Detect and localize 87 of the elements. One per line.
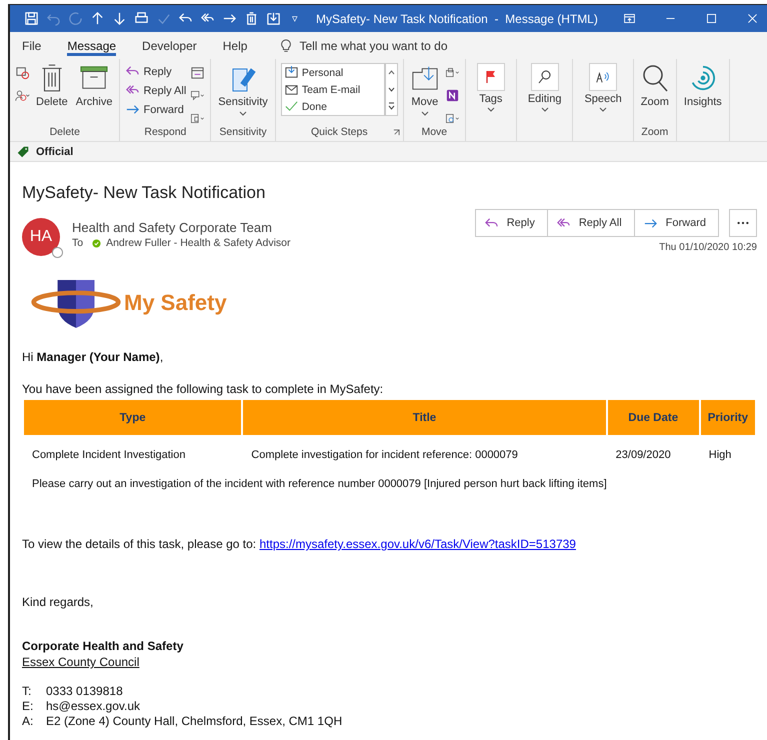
- maximize-icon[interactable]: [705, 12, 718, 25]
- logo-text: My Safety: [124, 290, 227, 316]
- table-cell: 23/09/2020: [616, 449, 671, 461]
- lightbulb-icon: [279, 38, 294, 52]
- ribbon-button[interactable]: Insights: [682, 63, 724, 108]
- quick-step[interactable]: Done: [282, 98, 384, 115]
- contact-value: E2 (Zone 4) County Hall, Chelmsford, Essex, CM1 1QH: [46, 714, 342, 728]
- intro-text: You have been assigned the following task to complete in MySafety:: [22, 382, 384, 396]
- contact-label: A:: [22, 714, 34, 729]
- ribbon-button[interactable]: Delete: [34, 63, 70, 108]
- close-icon[interactable]: [746, 12, 759, 25]
- magnifier-icon: [640, 63, 669, 93]
- ribbon-button[interactable]: Speech: [578, 63, 628, 112]
- sender-name: Health and Safety Corporate Team: [72, 220, 273, 235]
- ribbon-button[interactable]: Reply: [125, 63, 186, 80]
- checkmark-icon: [284, 99, 299, 114]
- column-header: Title: [243, 400, 606, 435]
- ribbon-button[interactable]: Editing: [522, 63, 568, 112]
- contact-value: hs@essex.gov.uk: [46, 699, 140, 713]
- group-label: Zoom: [641, 126, 668, 140]
- contact-label: E:: [22, 699, 34, 714]
- quick-step[interactable]: Personal: [282, 64, 384, 81]
- status-icon: [92, 238, 102, 248]
- recipient-name: Andrew Fuller - Health & Safety Advisor: [106, 237, 291, 249]
- chevron-icon: [239, 111, 248, 116]
- chevron-icon: [420, 111, 429, 116]
- group-label: Sensitivity: [219, 126, 267, 140]
- avatar: HA: [22, 218, 60, 256]
- onenote-icon[interactable]: [444, 88, 460, 103]
- task-description: Please carry out an investigation of the incident with reference number 0000079 [Injured person hurt back lifting items]: [32, 478, 607, 490]
- menu-tab[interactable]: Message: [67, 35, 116, 56]
- table-cell: Complete Incident Investigation: [32, 449, 186, 461]
- folder-icon: [284, 65, 299, 80]
- window-title: MySafety- New Task Notification - Message (HTML): [316, 12, 599, 26]
- floppy-icon[interactable]: [24, 11, 39, 26]
- arrow-icon[interactable]: [90, 11, 105, 26]
- classification-label: Official: [36, 146, 74, 158]
- column-header: Priority: [700, 400, 755, 435]
- ribbon-button[interactable]: Sensitivity: [216, 63, 270, 116]
- more-icon: [736, 221, 750, 225]
- search-icon: [536, 69, 553, 85]
- tray-icon[interactable]: [266, 11, 281, 26]
- task-link[interactable]: https://mysafety.essex.gov.uk/v6/Task/View?taskID=513739: [259, 537, 576, 551]
- group-label: Quick Steps: [311, 126, 368, 140]
- im-icon[interactable]: [190, 88, 206, 103]
- link-prefix: To view the details of this task, please go to:: [22, 537, 256, 551]
- closing-text: Kind regards,: [22, 595, 94, 609]
- chevron-icon: [599, 107, 608, 112]
- ribbon-button[interactable]: Archive: [74, 63, 114, 108]
- ribbon-button[interactable]: Move: [408, 63, 441, 116]
- chevron-icon: [486, 107, 495, 112]
- meeting-icon[interactable]: [190, 65, 206, 80]
- presence-icon: [52, 247, 63, 258]
- block-sender-icon[interactable]: [15, 88, 30, 103]
- tell-me-field[interactable]: Tell me what you want to do: [299, 38, 470, 52]
- signature-name: Corporate Health and Safety: [22, 639, 184, 653]
- ribbon-button[interactable]: Tags: [470, 63, 511, 112]
- group-label: Respond: [144, 126, 186, 140]
- dialog-launcher-icon[interactable]: [392, 129, 400, 136]
- menu-tab[interactable]: Developer: [142, 35, 197, 56]
- ribbon-button[interactable]: Reply All: [125, 82, 186, 99]
- ribbon-display-icon[interactable]: [623, 12, 636, 25]
- ribbon-button[interactable]: Zoom: [638, 63, 671, 108]
- printer-icon[interactable]: [134, 11, 149, 26]
- arrow-icon[interactable]: [112, 11, 127, 26]
- group-label: Delete: [50, 126, 80, 140]
- greeting: Hi Manager (Your Name),: [22, 350, 164, 364]
- ignore-icon[interactable]: [15, 65, 30, 80]
- menu-tab[interactable]: Help: [222, 35, 248, 56]
- shield-logo-icon: [30, 278, 122, 328]
- quick-step[interactable]: Team E-mail: [282, 81, 384, 98]
- table-cell: High: [708, 449, 732, 461]
- contact-value: 0333 0139818: [46, 684, 123, 698]
- ribbon-button[interactable]: Forward: [125, 101, 186, 118]
- chevron-icon: [540, 107, 549, 112]
- contact-label: T:: [22, 684, 32, 699]
- group-label: Move: [421, 126, 448, 140]
- menu-tab[interactable]: File: [22, 35, 42, 56]
- message-date: Thu 01/10/2020 10:29: [659, 242, 757, 253]
- signature-org: Essex County Council: [22, 655, 140, 669]
- column-header: Type: [24, 400, 242, 435]
- message-subject: MySafety- New Task Notification: [22, 183, 266, 203]
- column-header: Due Date: [608, 400, 699, 435]
- customize-toolbar-button[interactable]: ▿: [292, 12, 298, 25]
- trash-icon[interactable]: [244, 11, 259, 26]
- to-label: To: [72, 237, 84, 249]
- table-cell: Complete investigation for incident reference: 0000079: [251, 449, 518, 461]
